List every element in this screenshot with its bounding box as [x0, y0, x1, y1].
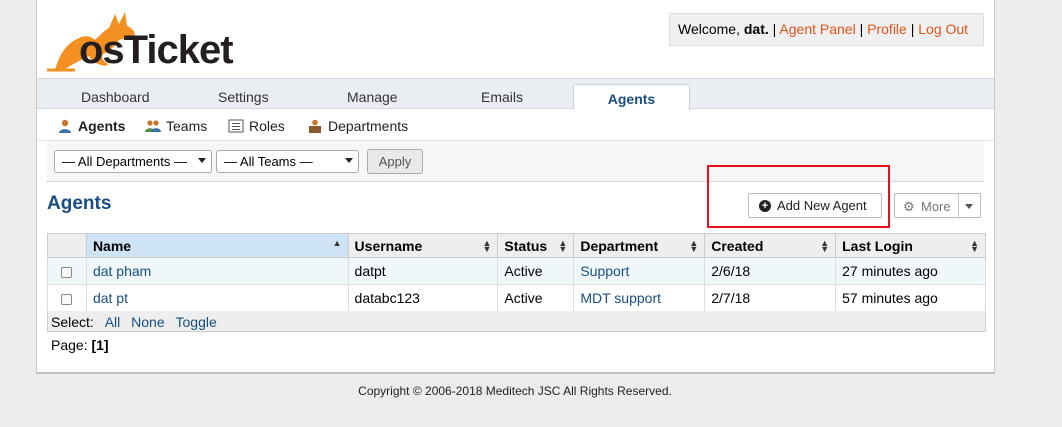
- page-title: Agents: [47, 193, 112, 214]
- department-filter-select[interactable]: — All Departments —: [54, 150, 212, 173]
- agent-name-link[interactable]: dat pt: [93, 290, 128, 306]
- last-login-cell: 57 minutes ago: [835, 284, 986, 312]
- sub-nav: Agents Teams Roles Departments: [37, 109, 994, 141]
- user-info-box: Welcome, dat. | Agent Panel | Profile | …: [669, 13, 984, 46]
- status-cell: Active: [497, 257, 575, 285]
- select-none-link[interactable]: None: [131, 314, 164, 330]
- more-dropdown-button[interactable]: ⚙ More: [894, 193, 981, 218]
- select-all-link[interactable]: All: [105, 314, 121, 330]
- separator: |: [910, 21, 915, 37]
- welcome-text: Welcome,: [678, 21, 740, 37]
- separator: |: [859, 21, 864, 37]
- team-filter-select[interactable]: — All Teams —: [216, 150, 359, 173]
- department-link[interactable]: Support: [580, 263, 629, 279]
- row-checkbox[interactable]: [61, 293, 73, 305]
- column-header-username[interactable]: Username ▲ ▼: [347, 233, 499, 258]
- username-cell: databc123: [347, 284, 499, 312]
- subnav-departments[interactable]: Departments: [307, 118, 408, 134]
- main-container: osTicket Welcome, dat. | Agent Panel | P…: [36, 0, 995, 374]
- main-nav: Dashboard Settings Manage Emails Agents: [37, 78, 994, 110]
- logo-wordmark: osTicket: [79, 28, 234, 72]
- team-icon: [145, 119, 161, 133]
- sort-icon: ▲ ▼: [970, 238, 979, 254]
- column-header-status[interactable]: Status ▲ ▼: [497, 233, 575, 258]
- created-cell: 2/7/18: [704, 284, 837, 312]
- ostickets-logo[interactable]: osTicket: [45, 6, 255, 74]
- created-cell: 2/6/18: [704, 257, 837, 285]
- pagination: Page: [1]: [51, 337, 109, 353]
- column-header-department[interactable]: Department ▲ ▼: [573, 233, 706, 258]
- sort-icon: ▲ ▼: [820, 238, 830, 254]
- gear-icon: ⚙: [903, 199, 915, 214]
- subnav-teams[interactable]: Teams: [145, 118, 207, 134]
- add-new-agent-button[interactable]: + Add New Agent: [748, 193, 882, 218]
- tab-agents[interactable]: Agents: [573, 84, 690, 110]
- chevron-down-icon: [345, 158, 353, 163]
- last-login-cell: 27 minutes ago: [835, 257, 986, 285]
- agent-panel-link[interactable]: Agent Panel: [779, 21, 855, 37]
- username-cell: datpt: [347, 257, 499, 285]
- agents-table: Name ▲ Username ▲ ▼ Status ▲ ▼ Department ▲ ▼ C…: [47, 233, 986, 312]
- row-checkbox[interactable]: [61, 266, 73, 278]
- agent-icon: [57, 119, 73, 133]
- username-label: dat.: [743, 21, 769, 37]
- chevron-down-icon[interactable]: [965, 204, 973, 209]
- tab-dashboard[interactable]: Dashboard: [81, 89, 150, 105]
- sort-icon: ▲ ▼: [482, 238, 492, 254]
- table-header-row: Name ▲ Username ▲ ▼ Status ▲ ▼ Department ▲ ▼ C…: [47, 233, 986, 258]
- roles-list-icon: [228, 119, 244, 133]
- tab-settings[interactable]: Settings: [218, 89, 269, 105]
- tab-emails[interactable]: Emails: [481, 89, 523, 105]
- table-row: dat pt databc123 Active MDT support 2/7/…: [47, 284, 986, 312]
- chevron-down-icon: [198, 158, 206, 163]
- select-toggle-link[interactable]: Toggle: [176, 314, 217, 330]
- column-header-last-login[interactable]: Last Login ▲ ▼: [835, 233, 986, 258]
- status-cell: Active: [497, 284, 575, 312]
- tab-manage[interactable]: Manage: [347, 89, 398, 105]
- agent-name-link[interactable]: dat pham: [93, 263, 151, 279]
- column-header-name[interactable]: Name ▲: [85, 233, 349, 258]
- apply-button[interactable]: Apply: [367, 149, 423, 174]
- sort-icon: ▲ ▼: [558, 238, 568, 254]
- table-row: dat pham datpt Active Support 2/6/18 27 …: [47, 257, 986, 285]
- footer-copyright: Copyright © 2006-2018 Meditech JSC All R…: [358, 384, 672, 398]
- select-column-header: [47, 233, 87, 258]
- department-icon: [307, 119, 323, 133]
- logout-link[interactable]: Log Out: [918, 21, 968, 37]
- subnav-roles[interactable]: Roles: [228, 118, 285, 134]
- profile-link[interactable]: Profile: [867, 21, 907, 37]
- subnav-agents[interactable]: Agents: [57, 118, 125, 134]
- current-page[interactable]: [1]: [91, 337, 108, 353]
- sort-asc-icon: ▲: [332, 238, 342, 248]
- bulk-select-row: Select: All None Toggle: [47, 311, 986, 332]
- department-link[interactable]: MDT support: [580, 290, 661, 306]
- separator: |: [772, 21, 777, 37]
- sort-icon: ▲ ▼: [689, 238, 699, 254]
- select-label: Select:: [51, 314, 94, 330]
- plus-circle-icon: +: [759, 199, 771, 212]
- column-header-created[interactable]: Created ▲ ▼: [704, 233, 837, 258]
- page-label: Page:: [51, 337, 88, 353]
